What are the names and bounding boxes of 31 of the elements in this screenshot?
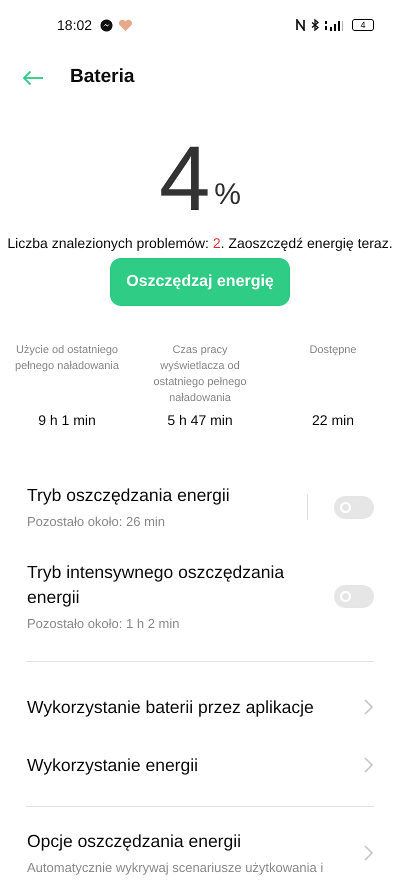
toggle-subtitle: Pozostało około: 1 h 2 min	[27, 614, 180, 632]
bluetooth-icon	[310, 19, 320, 31]
toggle-switch[interactable]	[334, 584, 374, 608]
menu-item-title[interactable]: Wykorzystanie energii	[27, 752, 363, 778]
battery-percentage: 4	[159, 133, 210, 225]
heart-icon	[118, 18, 134, 32]
stat-value: 22 min	[312, 411, 354, 430]
chevron-right-icon	[363, 698, 374, 716]
menu-item-title[interactable]: Wykorzystanie baterii przez aplikacje	[27, 694, 363, 720]
page-title: Bateria	[70, 66, 134, 89]
signal-icon	[324, 19, 344, 31]
issues-message: Liczba znalezionych problemów: 2. Zaoszczędź energię teraz.	[7, 234, 393, 253]
chevron-right-icon	[363, 844, 374, 862]
toggle-subtitle: Pozostało około: 26 min	[27, 513, 166, 531]
messenger-icon	[100, 18, 114, 32]
toggle-title: Tryb oszczędzania energii	[27, 484, 231, 507]
back-icon[interactable]	[22, 70, 44, 86]
toggle-title: Tryb intensywnego oszczędzania energii	[27, 560, 286, 609]
status-time: 18:02	[57, 16, 92, 34]
stat-value: 9 h 1 min	[38, 411, 96, 430]
toggle-switch[interactable]	[334, 496, 374, 519]
percent-sign: %	[214, 177, 241, 213]
chevron-right-icon	[363, 756, 374, 774]
battery-icon: 4	[352, 19, 374, 31]
menu-item-subtitle: Automatycznie wykrywaj scenariusze użytkowania i	[27, 859, 324, 877]
stat-label: Użycie od ostatniego pełnego naładowania	[14, 343, 120, 374]
menu-item-title[interactable]: Opcje oszczędzania energii	[27, 829, 363, 854]
stat-label: Dostępne	[309, 343, 357, 358]
stat-label: Czas pracy wyświetlacza od ostatniego pełnego naładowania	[152, 343, 248, 406]
nfc-icon	[295, 19, 306, 31]
stat-value: 5 h 47 min	[167, 411, 233, 430]
